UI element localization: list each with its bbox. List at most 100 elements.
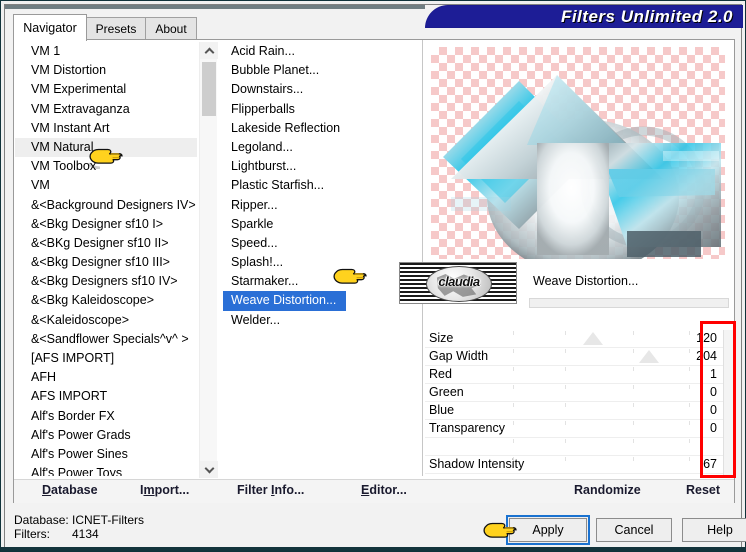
parameter-row[interactable]: Shadow Intensity 67 (425, 456, 723, 474)
category-list-item[interactable]: AFS IMPORT (15, 387, 197, 406)
preview-image[interactable] (425, 41, 731, 259)
parameter-value[interactable]: 0 (710, 403, 717, 417)
link-editor[interactable]: Editor... (361, 483, 407, 497)
filter-list-row[interactable]: Legoland... (223, 138, 421, 157)
parameter-scroll-column[interactable] (723, 330, 735, 478)
category-list-item[interactable]: &<BKg Designer sf10 II> (15, 234, 197, 253)
tab-navigator[interactable]: Navigator (13, 14, 87, 41)
filter-list-row[interactable]: Weave Distortion... (223, 291, 421, 311)
filter-list-row[interactable]: Splash!... (223, 253, 421, 272)
filter-list-item[interactable]: Bubble Planet... (223, 61, 319, 80)
filter-list-item[interactable]: Downstairs... (223, 80, 303, 99)
category-list-item[interactable]: VM Toolbox (15, 157, 197, 176)
category-list-item[interactable]: VM 1 (15, 42, 197, 61)
category-list-item[interactable]: VM Distortion (15, 61, 197, 80)
apply-button[interactable]: Apply (506, 515, 590, 545)
parameter-row[interactable]: Blue 0 (425, 402, 723, 420)
tab-presets[interactable]: Presets (86, 17, 146, 40)
filter-list-row[interactable]: Flipperballs (223, 100, 421, 119)
parameter-slider-track[interactable] (513, 384, 691, 402)
parameter-slider-track[interactable] (513, 366, 691, 384)
scrollbar-thumb[interactable] (202, 62, 216, 116)
parameter-slider-handle[interactable] (583, 332, 603, 345)
parameter-row[interactable]: Green 0 (425, 384, 723, 402)
filter-list-row[interactable]: Downstairs... (223, 80, 421, 99)
category-list-item[interactable]: Alf's Power Toys (15, 464, 197, 476)
filter-list-row[interactable]: Welder... (223, 311, 421, 330)
filter-list-item[interactable]: Starmaker... (223, 272, 298, 291)
link-reset[interactable]: Reset (686, 483, 720, 497)
filter-list-item[interactable]: Ripper... (223, 196, 278, 215)
category-list-item[interactable]: &<Sandflower Specials^v^ > (15, 330, 197, 349)
filter-list-item[interactable]: Plastic Starfish... (223, 176, 324, 195)
parameter-row[interactable]: Red 1 (425, 366, 723, 384)
category-list[interactable]: VM 1 VM Distortion VM Experimental VM Extra… (15, 42, 197, 476)
filter-list-row[interactable]: Lakeside Reflection (223, 119, 421, 138)
filter-list-item[interactable]: Lightburst... (223, 157, 296, 176)
filter-list[interactable]: Acid Rain... Bubble Planet... Downstairs..… (223, 42, 421, 476)
category-list-item[interactable]: &<Kaleidoscope> (15, 311, 197, 330)
parameter-slider-track[interactable] (513, 456, 691, 474)
filter-list-item[interactable]: Speed... (223, 234, 278, 253)
scroll-up-icon[interactable] (200, 42, 218, 59)
tab-about[interactable]: About (145, 17, 197, 40)
category-list-item[interactable]: VM Extravaganza (15, 100, 197, 119)
cancel-button[interactable]: Cancel (596, 518, 672, 542)
filter-list-row[interactable]: Starmaker... (223, 272, 421, 291)
category-list-item[interactable]: &<Bkg Kaleidoscope> (15, 291, 197, 310)
category-list-item[interactable]: VM Experimental (15, 80, 197, 99)
parameter-slider-track[interactable] (513, 438, 691, 456)
filter-list-row[interactable]: Acid Rain... (223, 42, 421, 61)
parameter-row[interactable]: Transparency 0 (425, 420, 723, 438)
category-list-scrollbar[interactable] (199, 42, 218, 478)
category-list-item[interactable]: &<Bkg Designers sf10 IV> (15, 272, 197, 291)
category-list-item[interactable]: VM (15, 176, 197, 195)
filter-list-row[interactable]: Lightburst... (223, 157, 421, 176)
filter-list-item[interactable]: Legoland... (223, 138, 293, 157)
filter-list-item[interactable]: Sparkle (223, 215, 273, 234)
filter-list-item[interactable]: Splash!... (223, 253, 283, 272)
link-database[interactable]: Database (42, 483, 98, 497)
category-list-item[interactable]: VM Instant Art (15, 119, 197, 138)
category-list-item[interactable]: AFH (15, 368, 197, 387)
category-list-item[interactable]: &<Bkg Designer sf10 III> (15, 253, 197, 272)
parameter-slider-handle[interactable] (639, 350, 659, 363)
filter-thumbnail[interactable]: claudia (399, 262, 517, 304)
parameter-slider-track[interactable] (513, 330, 691, 348)
filter-list-row[interactable]: Sparkle (223, 215, 421, 234)
parameter-value[interactable]: 0 (710, 421, 717, 435)
filter-list-row[interactable]: Speed... (223, 234, 421, 253)
category-list-item[interactable]: Alf's Power Sines (15, 445, 197, 464)
filter-list-row[interactable]: Bubble Planet... (223, 61, 421, 80)
category-list-item[interactable]: &<Background Designers IV> (15, 196, 197, 215)
link-import[interactable]: Import... (140, 483, 189, 497)
parameter-value[interactable]: 67 (703, 457, 717, 471)
filter-list-item[interactable]: Weave Distortion... (223, 291, 347, 311)
category-list-item[interactable]: Alf's Power Grads (15, 426, 197, 445)
filter-list-row[interactable]: Ripper... (223, 196, 421, 215)
parameter-value[interactable]: 204 (696, 349, 717, 363)
category-list-item[interactable]: &<Bkg Designer sf10 I> (15, 215, 197, 234)
parameter-row[interactable]: Size 120 (425, 330, 723, 348)
filter-list-item[interactable]: Lakeside Reflection (223, 119, 340, 138)
scroll-down-icon[interactable] (200, 461, 218, 478)
filter-list-item[interactable]: Acid Rain... (223, 42, 295, 61)
category-list-item[interactable]: [AFS IMPORT] (15, 349, 197, 368)
filter-list-row[interactable]: Plastic Starfish... (223, 176, 421, 195)
link-randomize[interactable]: Randomize (574, 483, 641, 497)
category-list-item[interactable]: VM Natural (15, 137, 197, 158)
link-filter-info[interactable]: Filter Info... (237, 483, 304, 497)
category-list-item-label: VM 1 (31, 44, 61, 58)
filter-list-item[interactable]: Flipperballs (223, 100, 295, 119)
parameter-value[interactable]: 1 (710, 367, 717, 381)
parameter-value[interactable]: 0 (710, 385, 717, 399)
parameter-row[interactable] (425, 438, 723, 456)
parameter-slider-track[interactable] (513, 402, 691, 420)
parameter-slider-track[interactable] (513, 420, 691, 438)
category-list-item[interactable]: Alf's Border FX (15, 407, 197, 426)
parameter-value[interactable]: 120 (696, 331, 717, 345)
parameter-row[interactable]: Gap Width 204 (425, 348, 723, 366)
help-button[interactable]: Help (682, 518, 746, 542)
parameter-slider-track[interactable] (513, 348, 691, 366)
filter-list-item[interactable]: Welder... (223, 311, 280, 330)
